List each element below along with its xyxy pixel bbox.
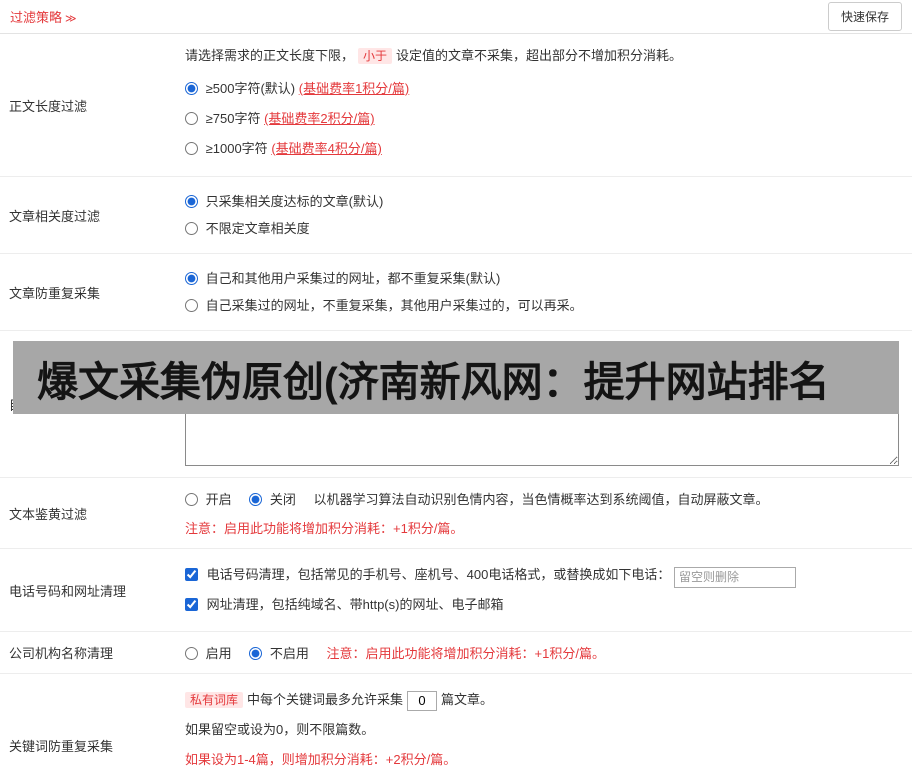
length-option-750-fee-note: (基础费率2积分/篇) [264,111,375,126]
relevance-option-strict-label: 只采集相关度达标的文章(默认) [205,194,384,209]
phone-clean-checkbox[interactable] [185,568,198,581]
section-label-phone-url-clean: 电话号码和网址清理 [9,583,127,599]
private-lexicon-tag: 私有词库 [185,692,244,708]
length-filter-intro: 请选择需求的正文长度下限， 小于 设定值的文章不采集，超出部分不增加积分消耗。 [185,46,904,66]
section-length-filter: 正文长度过滤 请选择需求的正文长度下限， 小于 设定值的文章不采集，超出部分不增加积… [0,34,912,177]
section-dedup-filter: 文章防重复采集 自己和其他用户采集过的网址，都不重复采集(默认) 自己采集过的网… [0,254,912,331]
company-clean-on-label: 启用 [205,646,232,661]
relevance-option-any-radio[interactable] [185,222,198,235]
length-option-500-label: ≥500字符(默认) [205,81,296,96]
keyword-rule-1-4: 如果设为1-4篇，则增加积分消耗：+2积分/篇。 [185,752,457,767]
porn-filter-description: 以机器学习算法自动识别色情内容，当色情概率达到系统阈值，自动屏蔽文章。 [313,492,769,507]
porn-option-off[interactable]: 关闭 [249,489,296,508]
relevance-option-any[interactable]: 不限定文章相关度 [185,215,904,242]
intro-text-after: 设定值的文章不采集，超出部分不增加积分消耗。 [396,48,683,63]
section-label-porn-filter: 文本鉴黄过滤 [9,506,88,522]
length-option-500[interactable]: ≥500字符(默认) (基础费率1积分/篇) [185,74,904,104]
filter-strategy-toggle[interactable]: 过滤策略 ≫ [10,7,77,26]
length-option-750-label: ≥750字符 [205,111,261,126]
topbar: 过滤策略 ≫ 快速保存 [0,0,912,34]
section-label-company-clean: 公司机构名称清理 [9,646,114,661]
phone-clean-option[interactable]: 电话号码清理，包括常见的手机号、座机号、400电话格式，或替换成如下电话： [185,560,904,590]
section-content-relevance-filter: 只采集相关度达标的文章(默认) 不限定文章相关度 [176,177,912,253]
company-clean-option-off[interactable]: 不启用 [249,643,309,662]
watermark-banner-text: 爆文采集伪原创(济南新风网：提升网站排名 [37,358,830,405]
company-clean-off-label: 不启用 [269,646,309,661]
porn-option-on-label: 开启 [205,492,232,507]
section-porn-filter: 文本鉴黄过滤 开启 关闭 以机器学习算法自动识别色情内容，当色情概率达到系统阈值… [0,478,912,549]
relevance-option-strict[interactable]: 只采集相关度达标的文章(默认) [185,188,904,215]
porn-option-off-label: 关闭 [269,492,296,507]
section-content-length-filter: 请选择需求的正文长度下限， 小于 设定值的文章不采集，超出部分不增加积分消耗。 ≥5… [176,34,912,176]
section-content-porn-filter: 开启 关闭 以机器学习算法自动识别色情内容，当色情概率达到系统阈值，自动屏蔽文章… [176,478,912,548]
dedup-option-global-radio[interactable] [185,272,198,285]
chevron-down-icon: ≫ [65,13,77,25]
length-option-500-fee-note: (基础费率1积分/篇) [298,81,410,96]
porn-filter-cost-note: 注意：启用此功能将增加积分消耗：+1积分/篇。 [185,521,464,536]
section-label-keyword-dedup: 关键词防重复采集 [9,739,114,754]
keyword-rule-zero: 如果留空或设为0，则不限篇数。 [185,722,375,737]
porn-filter-options-line: 开启 关闭 以机器学习算法自动识别色情内容，当色情概率达到系统阈值，自动屏蔽文章… [185,489,904,508]
relevance-option-any-label: 不限定文章相关度 [205,221,310,236]
dedup-option-self-label: 自己采集过的网址，不重复采集，其他用户采集过的，可以再采。 [205,298,583,313]
url-clean-label: 网址清理，包括纯域名、带http(s)的网址、电子邮箱 [206,597,504,612]
length-option-1000-fee-note: (基础费率4积分/篇) [271,141,382,156]
intro-text-before: 请选择需求的正文长度下限， [185,48,355,63]
url-clean-option[interactable]: 网址清理，包括纯域名、带http(s)的网址、电子邮箱 [185,590,904,620]
section-phone-url-clean: 电话号码和网址清理 电话号码清理，包括常见的手机号、座机号、400电话格式，或替… [0,549,912,632]
replacement-phone-input[interactable] [673,566,796,588]
section-label-relevance-filter: 文章相关度过滤 [9,208,101,224]
url-clean-checkbox[interactable] [185,598,198,611]
keyword-limit-text: 中每个关键词最多允许采集 [247,692,404,707]
porn-option-on-radio[interactable] [185,493,198,506]
keyword-limit-line: 私有词库中每个关键词最多允许采集 篇文章。 [185,685,904,715]
dedup-option-global-label: 自己和其他用户采集过的网址，都不重复采集(默认) [205,271,501,286]
length-option-1000-label: ≥1000字符 [205,141,268,156]
relevance-option-strict-radio[interactable] [185,195,198,208]
section-content-phone-url-clean: 电话号码清理，包括常见的手机号、座机号、400电话格式，或替换成如下电话： 网址… [176,549,912,631]
company-clean-on-radio[interactable] [185,647,198,660]
section-content-company-clean: 启用 不启用 注意：启用此功能将增加积分消耗：+1积分/篇。 [176,632,912,673]
length-option-750[interactable]: ≥750字符 (基础费率2积分/篇) [185,104,904,134]
porn-option-on[interactable]: 开启 [185,489,232,508]
quick-save-button[interactable]: 快速保存 [827,2,902,31]
section-label-length-filter: 正文长度过滤 [9,98,88,114]
section-keyword-dedup: 关键词防重复采集 私有词库中每个关键词最多允许采集 篇文章。 如果留空或设为0，则… [0,674,912,768]
section-content-keyword-dedup: 私有词库中每个关键词最多允许采集 篇文章。 如果留空或设为0，则不限篇数。 如果设… [176,674,912,768]
page-title: 过滤策略 [10,10,63,25]
phone-clean-label: 电话号码清理，包括常见的手机号、座机号、400电话格式，或替换成如下电话： [206,567,671,582]
less-than-tag: 小于 [358,48,393,64]
company-clean-cost-note: 注意：启用此功能将增加积分消耗：+1积分/篇。 [326,646,605,661]
dedup-option-self[interactable]: 自己采集过的网址，不重复采集，其他用户采集过的，可以再采。 [185,292,904,319]
dedup-option-self-radio[interactable] [185,299,198,312]
length-option-1000-radio[interactable] [185,142,198,155]
section-content-dedup-filter: 自己和其他用户采集过的网址，都不重复采集(默认) 自己采集过的网址，不重复采集，… [176,254,912,330]
section-company-clean: 公司机构名称清理 启用 不启用 注意：启用此功能将增加积分消耗：+1积分/篇。 [0,632,912,674]
dedup-option-global[interactable]: 自己和其他用户采集过的网址，都不重复采集(默认) [185,265,904,292]
length-option-1000[interactable]: ≥1000字符 (基础费率4积分/篇) [185,134,904,164]
filter-strategy-page: 过滤策略 ≫ 快速保存 正文长度过滤 请选择需求的正文长度下限， 小于 设定值的文章不… [0,0,912,768]
watermark-banner: 爆文采集伪原创(济南新风网：提升网站排名 [13,341,899,414]
section-label-dedup-filter: 文章防重复采集 [9,285,101,301]
section-relevance-filter: 文章相关度过滤 只采集相关度达标的文章(默认) 不限定文章相关度 [0,177,912,254]
company-clean-off-radio[interactable] [249,647,263,660]
length-option-500-radio[interactable] [185,82,198,95]
length-option-750-radio[interactable] [185,112,198,125]
porn-option-off-radio[interactable] [249,493,263,506]
keyword-limit-suffix: 篇文章。 [441,692,494,707]
max-articles-input[interactable] [407,690,438,711]
company-clean-option-on[interactable]: 启用 [185,643,232,662]
